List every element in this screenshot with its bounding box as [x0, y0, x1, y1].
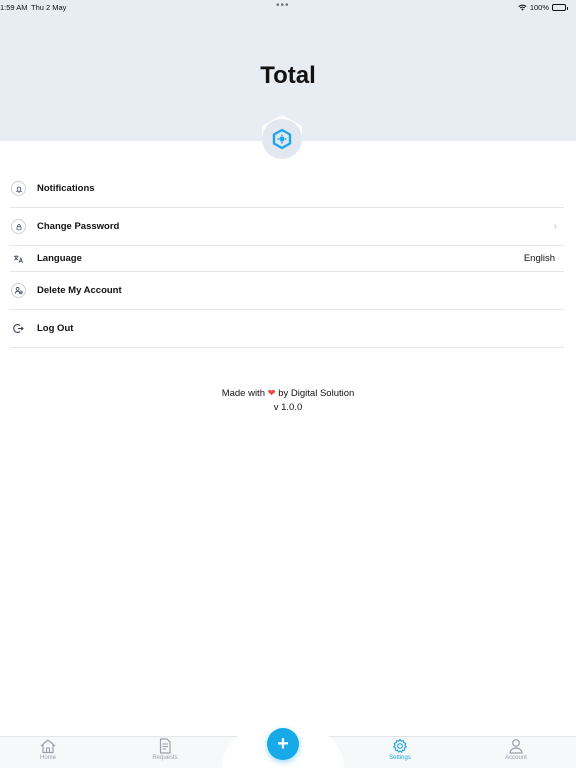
made-with-suffix: by Digital Solution — [278, 388, 355, 399]
tab-account[interactable]: Account — [486, 738, 546, 761]
multitask-dots[interactable]: ••• — [276, 0, 290, 11]
delete-user-icon — [11, 283, 26, 298]
app-logo — [257, 114, 307, 164]
add-button[interactable]: + — [267, 728, 299, 760]
translate-icon — [11, 251, 26, 266]
menu-label-change-password: Change Password — [37, 221, 120, 232]
battery-icon — [552, 4, 568, 11]
lock-icon — [11, 219, 26, 234]
menu-label-language: Language — [37, 253, 82, 264]
wifi-icon — [518, 4, 527, 11]
home-icon — [40, 739, 56, 754]
tab-settings[interactable]: Settings — [370, 738, 430, 761]
credits: Made with ❤ by Digital Solution v 1.0.0 — [0, 387, 576, 415]
menu-item-change-password[interactable]: Change Password › — [10, 208, 564, 246]
language-value: English — [523, 253, 555, 264]
tab-account-label: Account — [505, 755, 527, 761]
tab-settings-label: Settings — [389, 755, 411, 761]
status-date: Thu 2 May — [31, 3, 67, 12]
user-icon — [509, 739, 523, 754]
menu-label-delete-account: Delete My Account — [37, 285, 122, 296]
settings-menu: Notifications Change Password › Language… — [10, 170, 564, 348]
tab-home[interactable]: Home — [18, 738, 78, 761]
menu-item-delete-account[interactable]: Delete My Account — [10, 272, 564, 310]
menu-item-notifications[interactable]: Notifications — [10, 170, 564, 208]
gear-icon — [393, 738, 407, 753]
page-title: Total — [260, 62, 316, 89]
app-version: v 1.0.0 — [273, 402, 303, 413]
document-icon — [159, 738, 171, 754]
battery-percent: 100% — [529, 3, 549, 12]
chevron-right-icon: › — [553, 221, 557, 232]
bell-icon — [11, 181, 26, 196]
menu-item-language[interactable]: Language English — [10, 246, 564, 272]
status-bar: 1:59 AM Thu 2 May ••• 100% — [0, 0, 576, 14]
logout-icon — [11, 321, 26, 336]
heart-icon: ❤ — [267, 388, 276, 399]
tab-requests[interactable]: Requests — [135, 738, 195, 761]
menu-label-notifications: Notifications — [37, 183, 95, 194]
tab-home-label: Home — [39, 755, 56, 761]
menu-label-log-out: Log Out — [37, 323, 74, 334]
made-with-line: Made with ❤ by Digital Solution — [0, 387, 576, 401]
tab-requests-label: Requests — [152, 755, 178, 761]
made-with-prefix: Made with — [221, 388, 265, 399]
status-right: 100% — [518, 3, 568, 12]
menu-item-log-out[interactable]: Log Out — [10, 310, 564, 348]
status-time: 1:59 AM — [0, 3, 28, 12]
